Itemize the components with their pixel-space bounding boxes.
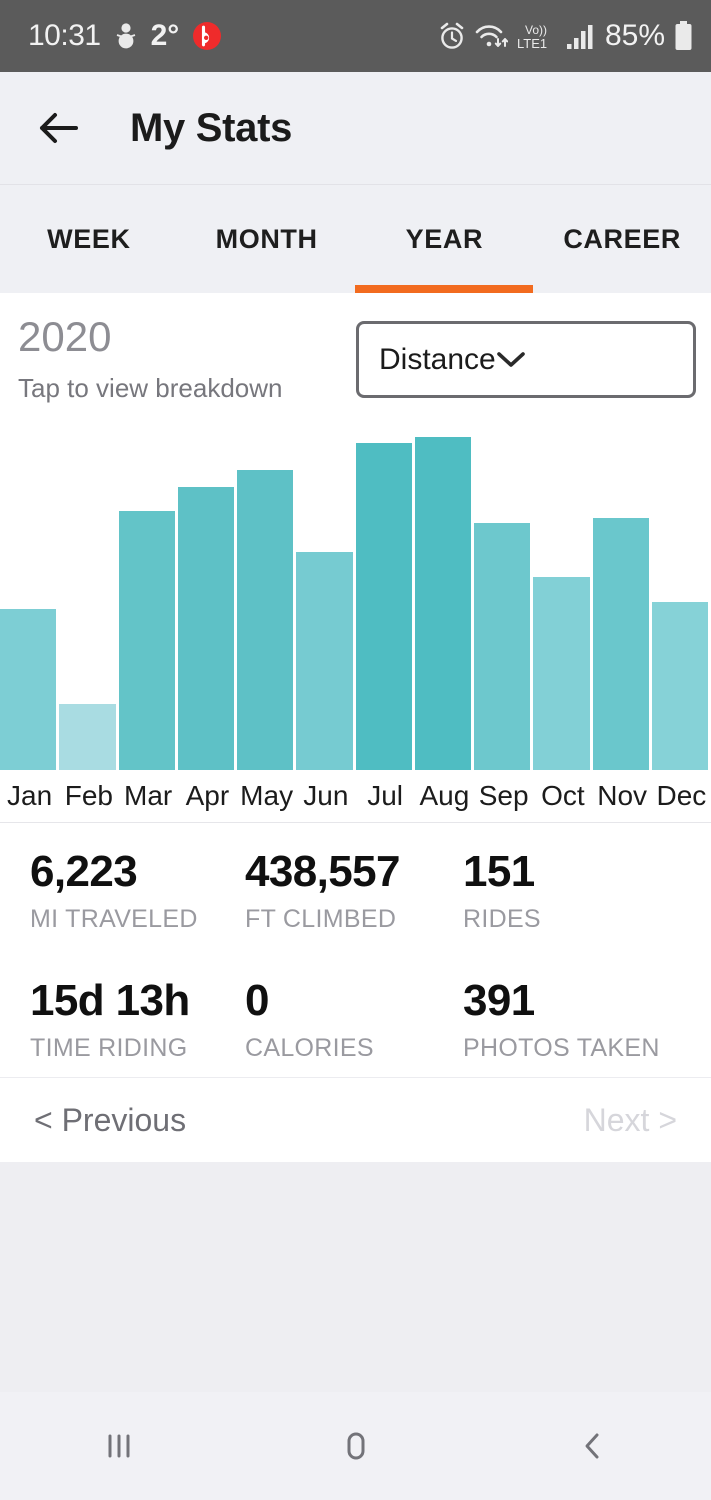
back-button[interactable]	[474, 1429, 711, 1463]
status-bar: 10:31 2° Vo)) LTE1 85%	[0, 0, 711, 72]
status-time: 10:31	[28, 19, 101, 52]
stat-value: 15d 13h	[30, 976, 190, 1026]
month-label-apr: Apr	[185, 780, 230, 812]
status-bar-right: Vo)) LTE1 85%	[438, 19, 693, 53]
distance-bar-chart[interactable]	[0, 420, 711, 771]
svg-text:LTE1: LTE1	[517, 36, 547, 51]
chart-bars	[0, 420, 711, 771]
stat-value: 151	[463, 847, 535, 897]
snowman-weather-icon	[114, 21, 138, 51]
tab-career[interactable]: CAREER	[533, 185, 711, 293]
month-label-jun: Jun	[303, 780, 349, 812]
home-icon	[339, 1429, 373, 1463]
stat-time-riding: 15d 13h TIME RIDING	[30, 978, 245, 1063]
period-header: 2020 Tap to view breakdown Distance	[0, 293, 711, 404]
alarm-icon	[438, 22, 466, 51]
tab-month[interactable]: MONTH	[178, 185, 356, 293]
stat-calories: 0 CALORIES	[245, 978, 463, 1063]
tab-year[interactable]: YEAR	[356, 185, 534, 293]
chart-bar-feb[interactable]	[59, 704, 116, 771]
tab-career-label: CAREER	[563, 223, 681, 254]
battery-icon	[674, 21, 693, 51]
chart-bar-jan[interactable]	[0, 609, 57, 771]
battery-percent: 85%	[604, 19, 665, 52]
chart-bar-dec[interactable]	[651, 602, 708, 771]
chart-bar-oct[interactable]	[533, 577, 590, 771]
tab-week[interactable]: WEEK	[0, 185, 178, 293]
stat-mi-traveled: 6,223 MI TRAVELED	[30, 847, 245, 934]
chart-bar-mar[interactable]	[118, 511, 175, 771]
stats-row-1: 6,223 MI TRAVELED 438,557 FT CLIMBED 151…	[0, 847, 711, 934]
stat-label: CALORIES	[245, 1034, 374, 1063]
beats-music-icon	[192, 21, 222, 51]
tab-bar: WEEK MONTH YEAR CAREER	[0, 185, 711, 293]
back-icon	[576, 1429, 610, 1463]
metric-select[interactable]: Distance	[356, 321, 696, 398]
stat-label: TIME RIDING	[30, 1034, 188, 1063]
android-nav-bar	[0, 1392, 711, 1500]
status-bar-left: 10:31 2°	[28, 19, 222, 53]
stats-row-2: 15d 13h TIME RIDING 0 CALORIES 391 PHOTO…	[0, 978, 711, 1063]
svg-text:Vo)): Vo))	[525, 23, 547, 37]
month-label-oct: Oct	[541, 780, 585, 812]
pager: < Previous Next >	[0, 1078, 711, 1162]
stat-label: RIDES	[463, 905, 541, 934]
signal-bars-icon	[566, 22, 596, 50]
summary-stats: 6,223 MI TRAVELED 438,557 FT CLIMBED 151…	[0, 823, 711, 1077]
page-filler	[0, 1162, 711, 1405]
stat-value: 391	[463, 976, 535, 1026]
tab-year-label: YEAR	[405, 223, 484, 254]
stat-value: 0	[245, 976, 269, 1026]
stat-value: 6,223	[30, 847, 138, 897]
month-label-dec: Dec	[656, 780, 707, 812]
recents-button[interactable]	[0, 1429, 237, 1463]
chart-bar-nov[interactable]	[592, 518, 649, 771]
tab-month-label: MONTH	[215, 223, 318, 254]
stat-rides: 151 RIDES	[463, 847, 541, 934]
breakdown-hint: Tap to view breakdown	[18, 373, 283, 404]
period-labels[interactable]: 2020 Tap to view breakdown	[18, 309, 282, 404]
month-label-sep: Sep	[478, 780, 529, 812]
chevron-down-icon	[496, 351, 526, 369]
chart-bar-sep[interactable]	[474, 523, 531, 771]
chart-month-axis: Jan Feb Mar Apr May Jun Jul Aug Sep Oct Nov Dec	[0, 770, 711, 822]
wifi-icon	[475, 22, 508, 51]
status-temperature: 2°	[150, 19, 180, 52]
volte-icon: Vo)) LTE1	[517, 21, 557, 52]
chart-bar-may[interactable]	[237, 470, 294, 771]
chart-bar-jul[interactable]	[355, 443, 412, 771]
back-arrow-icon[interactable]	[36, 106, 80, 150]
stat-value: 438,557	[245, 847, 400, 897]
chart-bar-aug[interactable]	[414, 437, 471, 771]
app-bar: My Stats	[0, 72, 711, 185]
month-label-nov: Nov	[597, 780, 648, 812]
month-label-feb: Feb	[64, 780, 113, 812]
stats-content: 2020 Tap to view breakdown Distance Jan F…	[0, 293, 711, 1163]
month-label-jan: Jan	[7, 780, 53, 812]
month-label-mar: Mar	[124, 780, 173, 812]
stat-ft-climbed: 438,557 FT CLIMBED	[245, 847, 463, 934]
year-label: 2020	[18, 313, 112, 360]
stat-label: PHOTOS TAKEN	[463, 1034, 660, 1063]
next-button[interactable]: Next >	[584, 1102, 677, 1139]
chart-bar-apr[interactable]	[177, 487, 234, 771]
stat-photos-taken: 391 PHOTOS TAKEN	[463, 978, 660, 1063]
home-button[interactable]	[237, 1429, 474, 1463]
month-label-jul: Jul	[367, 780, 404, 812]
chart-bar-jun[interactable]	[296, 552, 353, 771]
tab-week-label: WEEK	[47, 223, 131, 254]
month-label-aug: Aug	[419, 780, 470, 812]
page-title: My Stats	[130, 105, 293, 150]
stat-label: MI TRAVELED	[30, 905, 198, 934]
previous-button[interactable]: < Previous	[34, 1102, 186, 1139]
metric-select-value: Distance	[379, 342, 496, 376]
month-label-may: May	[240, 780, 294, 812]
stat-label: FT CLIMBED	[245, 905, 397, 934]
recents-icon	[102, 1429, 136, 1463]
